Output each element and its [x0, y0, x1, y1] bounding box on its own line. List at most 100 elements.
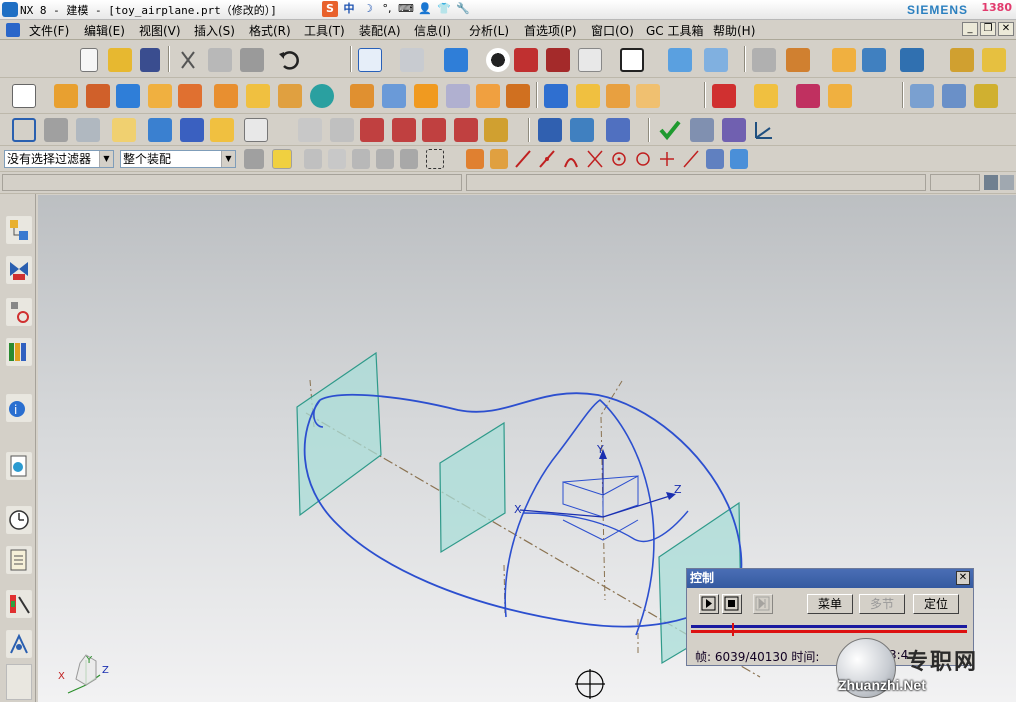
snap-midpoint-icon[interactable]: [538, 149, 556, 169]
menu-edit[interactable]: 编辑(E): [84, 22, 125, 39]
surface-icon[interactable]: [910, 84, 934, 108]
close-icon[interactable]: ✕: [956, 571, 970, 585]
constraint-navigator-icon[interactable]: [6, 256, 32, 284]
boss-icon[interactable]: [246, 84, 270, 108]
through-curves-icon[interactable]: [942, 84, 966, 108]
oh-icon[interactable]: [454, 118, 478, 142]
offset-icon[interactable]: [484, 118, 508, 142]
save-icon[interactable]: [140, 48, 160, 72]
web-browser-icon[interactable]: [6, 452, 32, 480]
unite-icon[interactable]: [476, 84, 500, 108]
snap-point-toggle-icon[interactable]: [466, 149, 484, 169]
menu-info[interactable]: 信息(I): [414, 22, 451, 39]
panel-icon[interactable]: [1000, 175, 1014, 190]
layer-stack-icon[interactable]: [44, 118, 68, 142]
hole-icon[interactable]: [214, 84, 238, 108]
nx-app-icon[interactable]: [2, 2, 18, 17]
animation-icon[interactable]: [900, 48, 924, 72]
cone-icon[interactable]: [178, 84, 202, 108]
process-studio-icon[interactable]: [6, 590, 32, 618]
part-navigator-icon[interactable]: [76, 118, 100, 142]
reuse-library-icon[interactable]: [6, 338, 32, 366]
menu-gc-toolbox[interactable]: GC 工具箱: [646, 22, 704, 39]
layer-settings-icon[interactable]: [752, 48, 776, 72]
undo-icon[interactable]: [276, 48, 300, 72]
document-icon[interactable]: [6, 23, 20, 37]
revolve-icon[interactable]: [86, 84, 110, 108]
snap-existing-point-icon[interactable]: [658, 149, 676, 169]
block-icon[interactable]: [116, 84, 140, 108]
coordinate-icon[interactable]: [786, 48, 810, 72]
snap-curve-icon[interactable]: [562, 149, 580, 169]
snap-quadrant-icon[interactable]: [634, 149, 652, 169]
cut-icon[interactable]: [176, 48, 200, 72]
dimension-icon[interactable]: [982, 48, 1006, 72]
gh-icon[interactable]: [422, 118, 446, 142]
layer-box-icon[interactable]: [620, 48, 644, 72]
curve-icon[interactable]: [298, 118, 322, 142]
menu-tools[interactable]: 工具(T): [304, 22, 345, 39]
menu-window[interactable]: 窗口(O): [591, 22, 634, 39]
draft-icon[interactable]: [636, 84, 660, 108]
timeline-slider[interactable]: [691, 623, 967, 636]
history-icon[interactable]: [6, 506, 32, 534]
measure-icon[interactable]: [862, 48, 886, 72]
close-window-button[interactable]: ✕: [998, 22, 1014, 36]
new-file-icon[interactable]: [80, 48, 98, 72]
spring-icon[interactable]: [538, 118, 562, 142]
grid-icon[interactable]: [722, 118, 746, 142]
menu-assembly[interactable]: 装配(A): [359, 22, 401, 39]
rectangle-select-icon[interactable]: [426, 149, 444, 169]
render-style-icon[interactable]: [400, 48, 424, 72]
slot-icon[interactable]: [382, 84, 406, 108]
os-icon[interactable]: [392, 118, 416, 142]
move-icon[interactable]: [704, 48, 728, 72]
roles-icon[interactable]: [6, 630, 32, 658]
ime-tools-icon[interactable]: 🔧: [455, 1, 471, 17]
copy-icon[interactable]: [208, 48, 232, 72]
snap-on-curve-icon[interactable]: [682, 149, 700, 169]
menu-format[interactable]: 格式(R): [249, 22, 291, 39]
wireframe-icon[interactable]: [546, 48, 570, 72]
sweep-icon[interactable]: [974, 84, 998, 108]
table-icon[interactable]: [690, 118, 714, 142]
ime-skin-icon[interactable]: 👕: [436, 1, 452, 17]
pad-icon[interactable]: [350, 84, 374, 108]
groove-icon[interactable]: [414, 84, 438, 108]
scope-select[interactable]: 整个装配 ▼: [120, 150, 236, 168]
tangent-faces-icon[interactable]: [328, 149, 346, 169]
hd3d-tools-icon[interactable]: i: [6, 394, 32, 422]
selection-intent-icon[interactable]: [272, 149, 292, 169]
snap-point-icon[interactable]: [832, 48, 856, 72]
snap-arc-center-icon[interactable]: [610, 149, 628, 169]
mirror-icon[interactable]: [754, 84, 778, 108]
wcs-icon[interactable]: [668, 48, 692, 72]
pattern-icon[interactable]: [712, 84, 736, 108]
ime-moon-icon[interactable]: ☽: [360, 1, 376, 17]
fit-view-icon[interactable]: [358, 48, 382, 72]
restore-button[interactable]: ❐: [980, 22, 996, 36]
step-button[interactable]: [753, 594, 773, 614]
snap-intersection-icon[interactable]: [586, 149, 604, 169]
filter-reset-icon[interactable]: [244, 149, 264, 169]
menu-analysis[interactable]: 分析(L): [469, 22, 509, 39]
shaded-cube-icon[interactable]: [444, 48, 468, 72]
pocket-icon[interactable]: [278, 84, 302, 108]
ime-keyboard-icon[interactable]: ⌨: [398, 1, 414, 17]
locate-button[interactable]: 定位: [913, 594, 959, 614]
axes-icon[interactable]: [752, 118, 776, 142]
datum-icon[interactable]: [12, 118, 36, 142]
ime-user-icon[interactable]: 👤: [417, 1, 433, 17]
body-faces-icon[interactable]: [400, 149, 418, 169]
snap-face-icon[interactable]: [706, 149, 724, 169]
split-body-icon[interactable]: [828, 84, 852, 108]
thread-icon[interactable]: [446, 84, 470, 108]
system-materials-icon[interactable]: [6, 546, 32, 574]
feature-faces-icon[interactable]: [376, 149, 394, 169]
snap-line-icon[interactable]: [514, 149, 532, 169]
component-icon[interactable]: [210, 118, 234, 142]
drafting-icon[interactable]: [244, 118, 268, 142]
gear-icon[interactable]: [606, 118, 630, 142]
edge-blend-icon[interactable]: [544, 84, 568, 108]
region-faces-icon[interactable]: [352, 149, 370, 169]
